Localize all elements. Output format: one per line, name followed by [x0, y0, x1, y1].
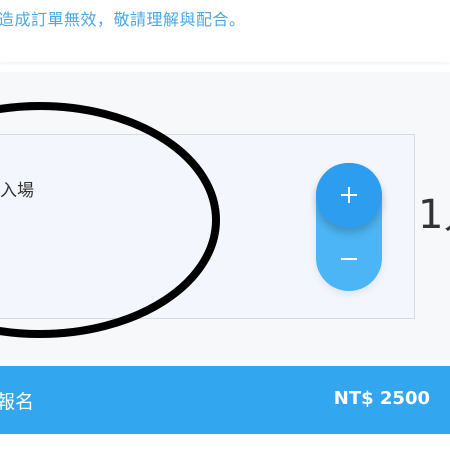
total-price: NT$ 2500: [333, 388, 430, 409]
bottom-spacer: [0, 434, 450, 450]
increase-button[interactable]: [316, 163, 382, 227]
notice-section: 造成訂單無效，敬請理解與配合。: [0, 0, 450, 62]
quantity-value: 1人: [418, 192, 450, 238]
plus-icon: [341, 187, 357, 203]
quantity-stepper[interactable]: [316, 163, 382, 291]
decrease-button[interactable]: [316, 227, 382, 291]
notice-text: 造成訂單無效，敬請理解與配合。: [0, 10, 246, 29]
minus-icon: [341, 258, 357, 260]
register-bar[interactable]: 報名 NT$ 2500: [0, 366, 450, 434]
checkout-screen: 造成訂單無效，敬請理解與配合。 入場 1人 報名 NT$ 2500: [0, 0, 450, 450]
register-label: 報名: [0, 391, 35, 413]
ticket-label: 入場: [0, 181, 34, 201]
